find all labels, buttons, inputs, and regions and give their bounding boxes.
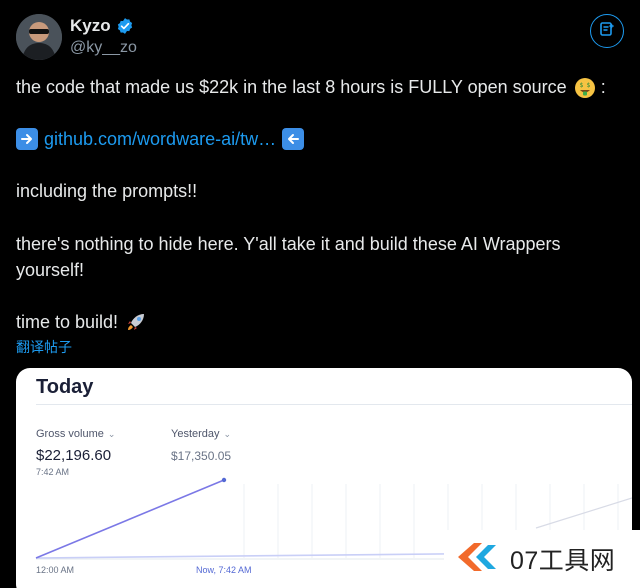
watermark-logo-icon xyxy=(454,537,500,582)
axis-now-label: Now, 7:42 AM xyxy=(196,565,252,575)
money-mouth-face-icon: $ $ xyxy=(574,77,596,99)
current-point xyxy=(221,477,227,483)
site-watermark: 07工具网 xyxy=(444,530,640,588)
translate-button[interactable] xyxy=(590,14,624,48)
axis-start-label: 12:00 AM xyxy=(36,565,75,575)
translate-icon xyxy=(599,21,615,42)
tweet-line: the code that made us $22k in the last 8… xyxy=(16,74,606,100)
watermark-text: 07工具网 xyxy=(510,547,616,575)
arrow-right-icon xyxy=(16,128,38,150)
tweet-line: there's nothing to hide here. Y'all take… xyxy=(16,234,561,280)
svg-text:$: $ xyxy=(579,82,583,89)
post-header: Kyzo @ky__zo xyxy=(16,14,624,62)
tweet-line-end: : xyxy=(600,77,606,97)
user-handle[interactable]: @ky__zo xyxy=(70,39,137,57)
svg-text:$: $ xyxy=(586,82,590,89)
today-series-line xyxy=(35,479,225,559)
tweet-line: time to build! xyxy=(16,309,148,335)
display-name[interactable]: Kyzo xyxy=(70,16,111,36)
translate-post-link[interactable]: 翻译帖子 xyxy=(16,337,72,357)
arrow-left-icon xyxy=(282,128,305,150)
post-page: Kyzo @ky__zo the code that made us $22k … xyxy=(0,0,640,588)
rocket-icon xyxy=(124,310,148,334)
tweet-line-text: the code that made us $22k in the last 8… xyxy=(16,77,567,97)
tweet-line: including the prompts!! xyxy=(16,181,198,201)
tweet-link-line: github.com/wordware-ai/tw… xyxy=(16,126,305,152)
verified-badge-icon xyxy=(116,17,134,35)
avatar[interactable] xyxy=(16,14,62,60)
tweet-line-text: time to build! xyxy=(16,312,119,332)
github-link[interactable]: github.com/wordware-ai/tw… xyxy=(44,126,276,152)
name-row: Kyzo xyxy=(70,16,134,36)
